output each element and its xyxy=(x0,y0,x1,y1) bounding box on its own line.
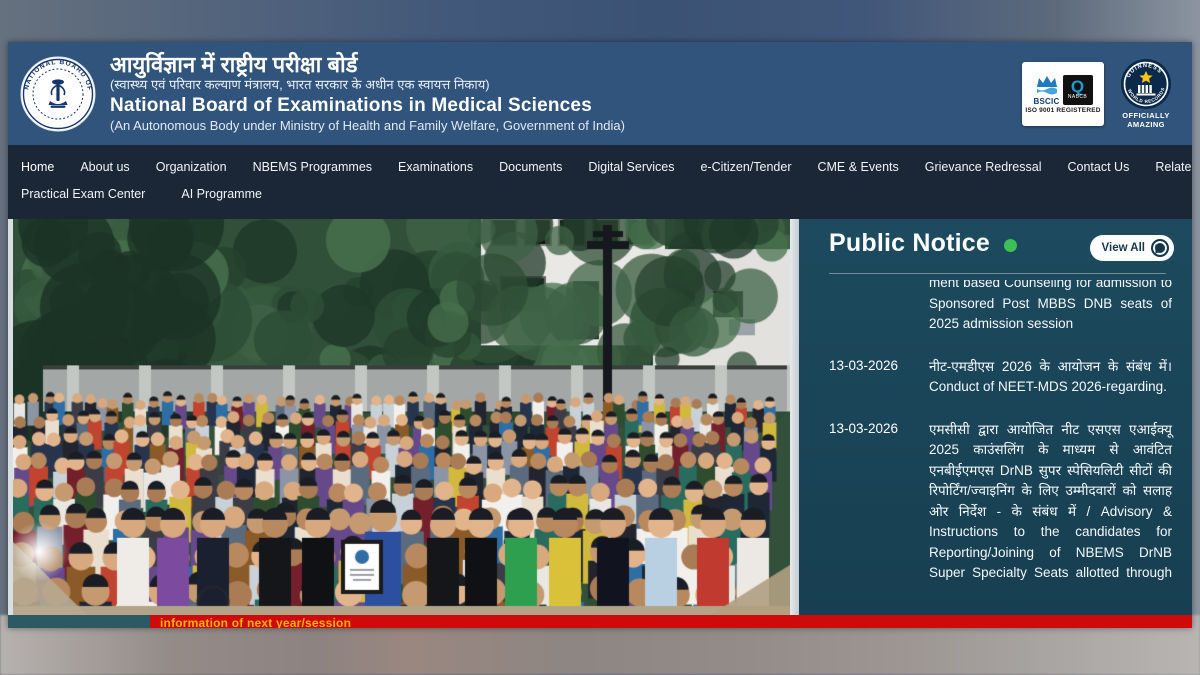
notice-text[interactable]: एमसीसी द्वारा आयोजित नीट एसएस एआईक्यू 20… xyxy=(929,420,1178,580)
homepage-banner-photo xyxy=(8,219,790,615)
public-notice-list: ment based Counseling for admission to S… xyxy=(829,280,1178,580)
english-subtitle: (An Autonomous Body under Ministry of He… xyxy=(110,118,1022,134)
bscic-crown-icon xyxy=(1034,73,1060,97)
ticker-left-block xyxy=(8,615,150,628)
bscic-label: BSCIC xyxy=(1034,97,1060,106)
nav-item-ai-programme[interactable]: AI Programme xyxy=(168,183,275,211)
english-title: National Board of Examinations in Medica… xyxy=(110,94,1022,118)
nav-item-cme-events[interactable]: CME & Events xyxy=(804,151,911,183)
live-indicator-dot xyxy=(1004,239,1017,252)
nabcb-q-mark: Q xyxy=(1071,79,1084,94)
certification-badges: BSCIC Q NABCB ISO 9001 REGISTERED xyxy=(1022,58,1178,129)
blurred-background-frame: NATIONAL BOARD OF EXAMINATIONS आयुर्विज्… xyxy=(0,0,1200,675)
hindi-subtitle: (स्वास्थ्य एवं परिवार कल्याण मंत्रालय, भ… xyxy=(110,77,1022,93)
nabcb-badge: Q NABCB xyxy=(1063,75,1093,105)
vertical-separator xyxy=(790,219,799,615)
nav-item-contact-us[interactable]: Contact Us xyxy=(1054,151,1142,183)
public-notice-title: Public Notice xyxy=(829,229,990,258)
ticker-red-bar: information of next year/session xyxy=(150,615,1192,628)
ticker-text[interactable]: information of next year/session xyxy=(160,616,351,628)
view-all-arrow-icon: ▶ xyxy=(1151,239,1169,257)
main-content: Public Notice View All ▶ ment based Coun… xyxy=(8,219,1192,615)
guinness-medal-icon: GUINNESS WORLD RECORDS xyxy=(1120,58,1172,110)
iso-9001-label: ISO 9001 REGISTERED xyxy=(1025,107,1100,114)
public-notice-panel: Public Notice View All ▶ ment based Coun… xyxy=(799,219,1192,615)
notice-text[interactable]: नीट-एमडीएस 2026 के आयोजन के संबंध में। C… xyxy=(929,357,1178,398)
nav-row-2: Practical Exam Center AI Programme xyxy=(8,183,1192,211)
nav-item-e-citizen-tender[interactable]: e-Citizen/Tender xyxy=(687,151,804,183)
nbems-website-page: NATIONAL BOARD OF EXAMINATIONS आयुर्विज्… xyxy=(8,42,1192,628)
nav-item-practical-exam-center[interactable]: Practical Exam Center xyxy=(8,183,158,211)
site-header: NATIONAL BOARD OF EXAMINATIONS आयुर्विज्… xyxy=(8,42,1192,145)
nav-item-nbems-programmes[interactable]: NBEMS Programmes xyxy=(240,151,385,183)
group-photo-canvas xyxy=(13,219,790,615)
notice-date: 13-03-2026 xyxy=(829,420,913,580)
header-titles: आयुर्विज्ञान में राष्ट्रीय परीक्षा बोर्ड… xyxy=(110,53,1022,133)
hindi-title: आयुर्विज्ञान में राष्ट्रीय परीक्षा बोर्ड xyxy=(110,53,1022,77)
iso-certification-badge: BSCIC Q NABCB ISO 9001 REGISTERED xyxy=(1022,62,1104,126)
view-all-label: View All xyxy=(1102,242,1145,254)
notice-item[interactable]: ment based Counseling for admission to S… xyxy=(829,280,1178,335)
notice-date: 13-03-2026 xyxy=(829,357,913,398)
news-ticker: information of next year/session xyxy=(8,615,1192,628)
officially-amazing-caption: OFFICIALLY AMAZING xyxy=(1114,112,1178,129)
guinness-world-records-badge: GUINNESS WORLD RECORDS OFFICIALLY AMAZIN… xyxy=(1114,58,1178,129)
nav-item-about-us[interactable]: About us xyxy=(67,151,142,183)
nav-item-examinations[interactable]: Examinations xyxy=(385,151,486,183)
nabcb-label: NABCB xyxy=(1068,94,1087,100)
main-navigation: Home About us Organization NBEMS Program… xyxy=(8,145,1192,219)
notice-divider xyxy=(829,273,1166,274)
notice-item[interactable]: 13-03-2026 एमसीसी द्वारा आयोजित नीट एसएस… xyxy=(829,420,1178,580)
notice-text[interactable]: ment based Counseling for admission to S… xyxy=(929,280,1178,335)
nav-item-documents[interactable]: Documents xyxy=(486,151,575,183)
nbems-logo-seal: NATIONAL BOARD OF EXAMINATIONS xyxy=(19,55,97,133)
notice-item[interactable]: 13-03-2026 नीट-एमडीएस 2026 के आयोजन के स… xyxy=(829,357,1178,398)
nav-item-organization[interactable]: Organization xyxy=(143,151,240,183)
view-all-button[interactable]: View All ▶ xyxy=(1090,235,1174,261)
nav-item-grievance-redressal[interactable]: Grievance Redressal xyxy=(912,151,1055,183)
public-notice-header: Public Notice View All ▶ xyxy=(829,229,1178,273)
nav-item-digital-services[interactable]: Digital Services xyxy=(575,151,687,183)
nav-item-related-links[interactable]: Related Links xyxy=(1142,151,1192,183)
nav-row-1: Home About us Organization NBEMS Program… xyxy=(8,151,1192,183)
notice-date xyxy=(829,280,913,335)
nav-item-home[interactable]: Home xyxy=(8,151,67,183)
nbems-logo[interactable]: NATIONAL BOARD OF EXAMINATIONS xyxy=(18,55,98,133)
